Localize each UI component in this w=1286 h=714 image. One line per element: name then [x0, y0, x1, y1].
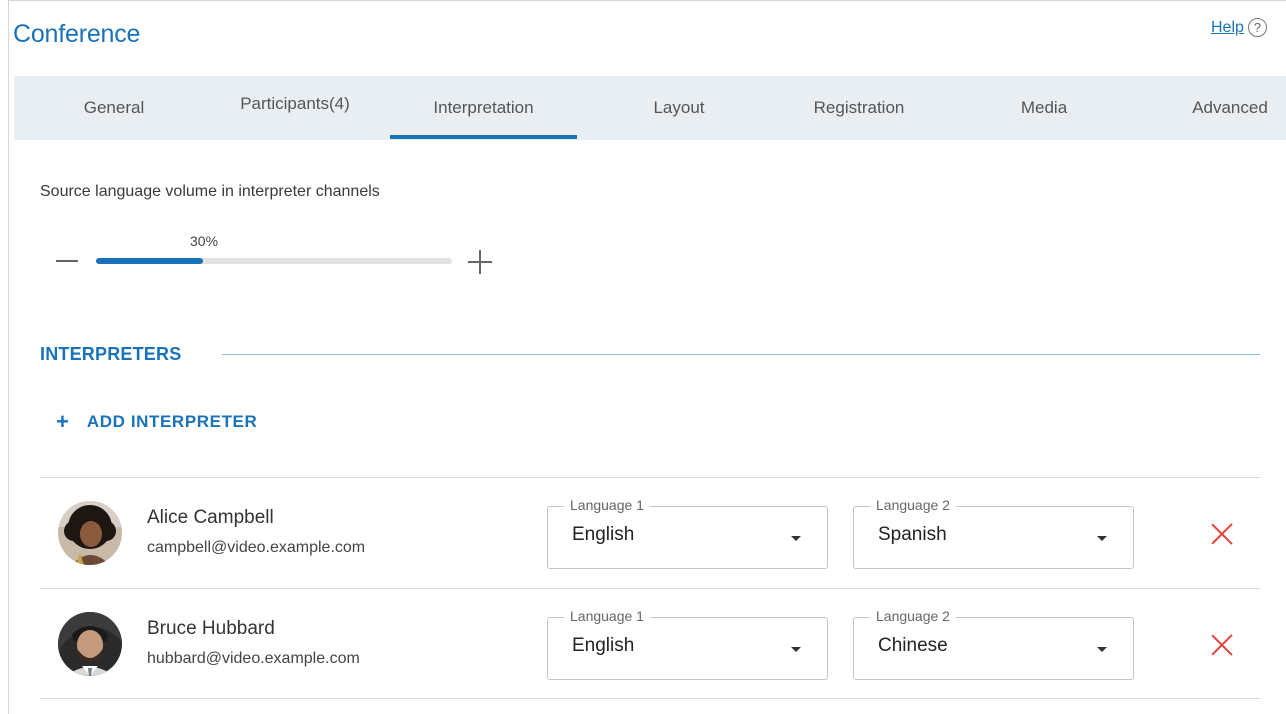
language-2-select[interactable]: Language 2 Spanish	[853, 497, 1134, 569]
language-1-label: Language 1	[564, 497, 650, 513]
language-2-value: Chinese	[878, 635, 948, 656]
interpreter-email: hubbard@video.example.com	[147, 650, 360, 667]
tab-participants[interactable]: Participants(4)	[210, 72, 380, 136]
tab-registration[interactable]: Registration	[784, 76, 934, 140]
language-1-value: English	[572, 524, 635, 545]
row-divider	[40, 588, 1260, 589]
row-divider	[40, 477, 1260, 478]
avatar	[58, 501, 122, 565]
language-2-select[interactable]: Language 2 Chinese	[853, 608, 1134, 680]
page-title: Conference	[13, 20, 141, 48]
interpreter-name: Alice Campbell	[147, 507, 274, 528]
language-1-select[interactable]: Language 1 English	[547, 497, 828, 569]
volume-label: Source language volume in interpreter ch…	[40, 183, 380, 200]
add-interpreter-label: ADD INTERPRETER	[86, 412, 258, 431]
help[interactable]: Help ?	[1211, 18, 1267, 37]
tab-interpretation[interactable]: Interpretation	[390, 76, 577, 140]
language-2-label: Language 2	[870, 497, 956, 513]
volume-decrease-button[interactable]	[56, 260, 78, 262]
volume-slider-fill	[96, 258, 203, 264]
caret-down-icon	[1097, 536, 1107, 541]
language-2-value: Spanish	[878, 524, 947, 545]
volume-increase-button[interactable]	[468, 250, 492, 274]
tab-bar: General Participants(4) Interpretation L…	[14, 76, 1286, 140]
interpreter-name: Bruce Hubbard	[147, 618, 275, 639]
language-2-label: Language 2	[870, 608, 956, 624]
remove-interpreter-button[interactable]	[1211, 523, 1233, 545]
tab-layout[interactable]: Layout	[624, 76, 734, 140]
tab-media[interactable]: Media	[999, 76, 1089, 140]
avatar-image	[58, 612, 122, 676]
active-tab-indicator	[390, 135, 577, 139]
plus-icon: +	[56, 409, 69, 434]
caret-down-icon	[791, 536, 801, 541]
tab-general[interactable]: General	[68, 76, 160, 140]
language-1-select[interactable]: Language 1 English	[547, 608, 828, 680]
add-interpreter-button[interactable]: + ADD INTERPRETER	[56, 411, 257, 433]
volume-value: 30%	[190, 233, 219, 249]
interpreters-section-title: INTERPRETERS	[40, 344, 182, 364]
tab-advanced[interactable]: Advanced	[1174, 76, 1286, 140]
language-1-label: Language 1	[564, 608, 650, 624]
avatar-image	[58, 501, 122, 565]
caret-down-icon	[791, 647, 801, 652]
avatar	[58, 612, 122, 676]
remove-interpreter-button[interactable]	[1211, 634, 1233, 656]
section-divider	[222, 354, 1260, 355]
caret-down-icon	[1097, 647, 1107, 652]
row-divider	[40, 698, 1260, 699]
interpreter-email: campbell@video.example.com	[147, 539, 366, 556]
language-1-value: English	[572, 635, 635, 656]
help-icon[interactable]: ?	[1247, 18, 1267, 37]
help-link[interactable]: Help	[1211, 19, 1244, 37]
volume-slider[interactable]	[96, 258, 452, 264]
